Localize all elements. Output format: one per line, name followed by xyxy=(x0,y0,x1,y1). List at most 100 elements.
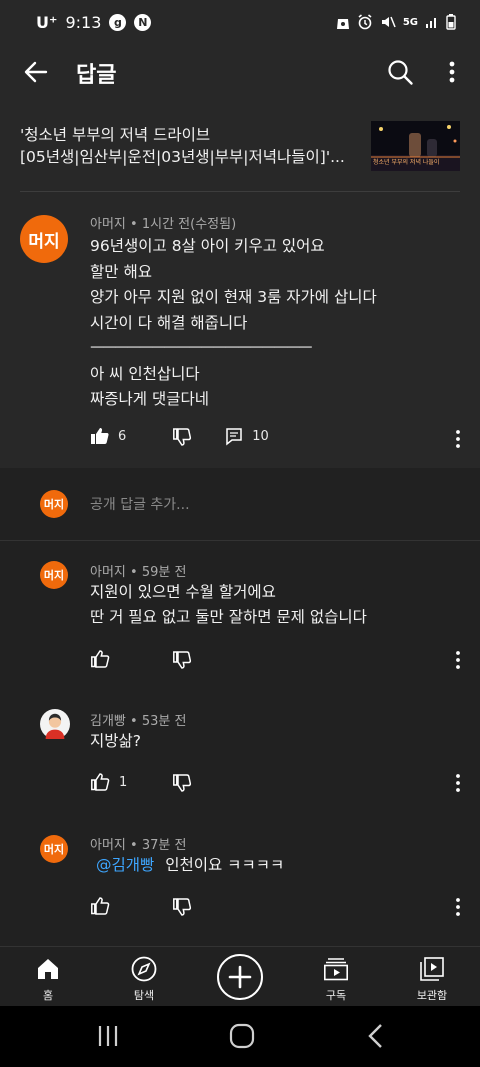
avatar[interactable]: 머지 xyxy=(40,561,68,589)
comment-time: 37분 전 xyxy=(141,838,187,853)
avatar: 머지 xyxy=(40,490,68,518)
mention-link[interactable]: @김개빵 xyxy=(96,856,154,874)
dislike-icon[interactable] xyxy=(172,772,192,792)
comment-more-icon[interactable] xyxy=(454,650,462,670)
status-bar: U⁺ 9:13 g N 5G xyxy=(0,0,480,44)
nav-library[interactable]: 보관함 xyxy=(392,947,472,1007)
nav-label: 탐색 xyxy=(133,989,155,1002)
parent-comment: 머지 아머지 • 1시간 전(수정됨) 96년생이고 8살 아이 키우고 있어요… xyxy=(0,192,480,468)
comment-author[interactable]: 아머지 xyxy=(90,565,126,580)
more-options-icon[interactable] xyxy=(440,56,464,88)
comment-line: 양가 아무 지원 없이 현재 3룸 자가에 삽니다 xyxy=(90,288,377,306)
comment-time: 59분 전 xyxy=(141,565,187,580)
like-count: 1 xyxy=(119,774,128,790)
meta-separator: • xyxy=(130,565,142,580)
battery-icon xyxy=(446,14,456,30)
dislike-icon[interactable] xyxy=(172,649,192,669)
comment-line: 96년생이고 8살 아이 키우고 있어요 xyxy=(90,237,325,255)
comment-line: 지원이 있으면 수월 할거에요 xyxy=(90,583,276,601)
like-icon[interactable] xyxy=(90,772,110,792)
carrier-label: U⁺ xyxy=(36,12,58,32)
search-icon[interactable] xyxy=(384,56,416,88)
comment-line: 지방삶? xyxy=(90,732,142,750)
comment-text: 96년생이고 8살 아이 키우고 있어요 할만 해요 양가 아무 지원 없이 현… xyxy=(90,234,377,413)
comment-text: 지방삶? xyxy=(90,729,141,754)
like-icon[interactable] xyxy=(90,649,110,669)
subscriptions-icon xyxy=(323,958,348,981)
back-arrow-icon[interactable] xyxy=(20,56,52,88)
comment-actions xyxy=(90,649,192,669)
back-button-icon[interactable] xyxy=(366,1023,386,1049)
signal-icon xyxy=(426,18,436,28)
comment-line: 인천이요 ㅋㅋㅋㅋ xyxy=(165,856,285,874)
comment-text: @김개빵 인천이요 ㅋㅋㅋㅋ xyxy=(96,853,284,878)
reply-count: 10 xyxy=(252,428,269,444)
comment-meta: 아머지 • 59분 전 xyxy=(90,561,186,580)
video-title-line-1: '청소년 부부의 저녁 드라이브 xyxy=(20,126,211,144)
video-thumbnail[interactable]: 청소년 부부의 저녁 나들이 xyxy=(371,121,460,171)
comment-meta: 아머지 • 37분 전 xyxy=(90,834,186,853)
comment-time: 53분 전 xyxy=(141,714,187,729)
comment-actions xyxy=(90,896,192,916)
comment-line: 시간이 다 해결 해줍니다 xyxy=(90,313,248,332)
thumbnail-caption: 청소년 부부의 저녁 나들이 xyxy=(373,159,440,166)
avatar[interactable]: 머지 xyxy=(40,835,68,863)
dislike-icon[interactable] xyxy=(172,426,192,446)
meta-separator: • xyxy=(130,714,142,729)
nav-label: 홈 xyxy=(42,989,54,1002)
network-type: 5G xyxy=(402,16,418,28)
comment-line: 딴 거 필요 없고 둘만 잘하면 문제 없습니다 xyxy=(90,608,367,626)
system-navigation-bar xyxy=(0,1006,480,1067)
like-filled-icon[interactable] xyxy=(90,426,110,446)
comment-text: 지원이 있으면 수월 할거에요 딴 거 필요 없고 둘만 잘하면 문제 없습니다 xyxy=(90,580,367,630)
meta-separator: • xyxy=(130,217,142,232)
comment-meta: 아머지 • 1시간 전(수정됨) xyxy=(90,213,236,232)
avatar[interactable]: 머지 xyxy=(20,215,68,263)
app-n-icon: N xyxy=(134,13,152,31)
comment-author[interactable]: 김개빵 xyxy=(90,714,126,729)
comment-actions: 6 10 xyxy=(90,426,269,446)
create-button[interactable] xyxy=(217,954,263,1000)
alarm-icon xyxy=(358,14,372,30)
comment-time: 1시간 전(수정됨) xyxy=(141,217,237,232)
app-g-icon: g xyxy=(109,13,127,31)
video-title-line-2: [05년생|임산부|운전|03년생|부부|저녁나들이]'... xyxy=(20,148,345,166)
nav-explore[interactable]: 탐색 xyxy=(104,947,184,1007)
comment-line: ㅡㅡㅡㅡㅡㅡㅡㅡㅡㅡㅡㅡㅡㅡㅡㅡㅡㅡ xyxy=(90,339,313,357)
comment-line: 짜증나게 댓글다네 xyxy=(90,390,210,408)
nav-label: 보관함 xyxy=(416,989,448,1002)
compass-icon xyxy=(131,956,157,982)
recent-apps-icon[interactable] xyxy=(96,1024,120,1048)
add-reply-row[interactable]: 머지 공개 답글 추가... xyxy=(0,468,480,540)
reply-input[interactable]: 공개 답글 추가... xyxy=(90,494,190,514)
clock: 9:13 xyxy=(65,12,102,32)
comment-more-icon[interactable] xyxy=(454,429,462,449)
comment-meta: 김개빵 • 53분 전 xyxy=(90,710,186,729)
bottom-navigation: 홈 탐색 구독 보관함 xyxy=(0,946,480,1006)
plus-icon xyxy=(228,965,252,989)
meta-separator: • xyxy=(130,838,142,853)
dislike-icon[interactable] xyxy=(172,896,192,916)
nav-subscriptions[interactable]: 구독 xyxy=(296,947,376,1007)
lock-badge-icon xyxy=(336,18,349,29)
top-app-bar: 답글 xyxy=(0,44,480,100)
video-reference[interactable]: '청소년 부부의 저녁 드라이브 [05년생|임산부|운전|03년생|부부|저녁… xyxy=(0,100,480,192)
comment-line: 할만 해요 xyxy=(90,262,152,281)
like-icon[interactable] xyxy=(90,896,110,916)
divider xyxy=(0,540,480,541)
mute-icon xyxy=(381,16,396,28)
video-title[interactable]: '청소년 부부의 저녁 드라이브 [05년생|임산부|운전|03년생|부부|저녁… xyxy=(20,124,360,168)
comment-more-icon[interactable] xyxy=(454,897,462,917)
home-icon xyxy=(38,959,58,979)
comment-more-icon[interactable] xyxy=(454,773,462,793)
nav-home[interactable]: 홈 xyxy=(8,947,88,1007)
page-title: 답글 xyxy=(76,63,117,88)
library-icon xyxy=(420,957,444,981)
like-count: 6 xyxy=(118,428,127,444)
nav-label: 구독 xyxy=(325,989,347,1002)
comment-author[interactable]: 아머지 xyxy=(90,838,126,853)
reply-icon[interactable] xyxy=(224,426,244,446)
comment-author[interactable]: 아머지 xyxy=(90,217,126,232)
home-button-icon[interactable] xyxy=(229,1023,255,1049)
avatar[interactable] xyxy=(40,709,70,739)
